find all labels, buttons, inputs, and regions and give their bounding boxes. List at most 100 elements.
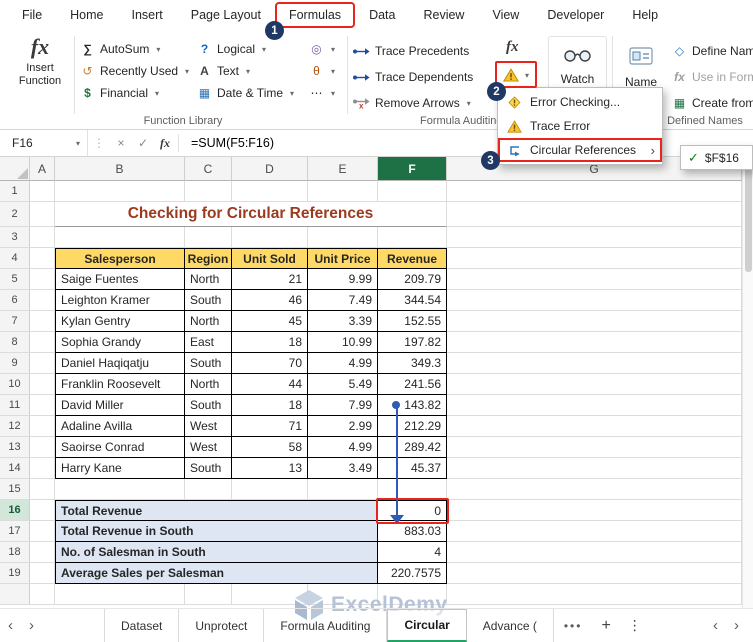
table-cell[interactable]: 21: [232, 269, 308, 290]
table-cell[interactable]: Sophia Grandy: [55, 332, 185, 353]
table-cell[interactable]: 7.49: [308, 290, 378, 311]
table-cell[interactable]: Daniel Haqiqatju: [55, 353, 185, 374]
cell[interactable]: [232, 181, 308, 202]
cell[interactable]: [232, 479, 308, 500]
row-header-9[interactable]: 9: [0, 353, 30, 374]
table-cell[interactable]: South: [185, 290, 232, 311]
table-cell[interactable]: Leighton Kramer: [55, 290, 185, 311]
ribbon-tab-developer[interactable]: Developer: [533, 2, 618, 28]
row-header-4[interactable]: 4: [0, 248, 30, 269]
table-cell[interactable]: 3.39: [308, 311, 378, 332]
sheet-tab-advance[interactable]: Advance (: [467, 609, 554, 642]
cell[interactable]: [30, 521, 55, 542]
row-header-17[interactable]: 17: [0, 521, 30, 542]
circular-reference-cell-link[interactable]: $F$16: [705, 151, 739, 165]
summary-label-17[interactable]: Total Revenue in South: [55, 521, 378, 542]
cell[interactable]: [30, 374, 55, 395]
table-cell[interactable]: North: [185, 374, 232, 395]
table-cell[interactable]: 7.99: [308, 395, 378, 416]
cell[interactable]: [378, 227, 447, 248]
ribbon-tab-review[interactable]: Review: [409, 2, 478, 28]
cell[interactable]: [185, 479, 232, 500]
table-cell[interactable]: North: [185, 311, 232, 332]
ribbon-button-text[interactable]: A Text ▾: [197, 60, 294, 82]
table-cell[interactable]: 71: [232, 416, 308, 437]
table-cell[interactable]: 45.37: [378, 458, 447, 479]
table-cell[interactable]: 349.3: [378, 353, 447, 374]
table-cell[interactable]: 4.99: [308, 353, 378, 374]
ribbon-button-more-functions-icon[interactable]: ⋯ ▾: [309, 82, 336, 104]
table-cell[interactable]: West: [185, 416, 232, 437]
column-header-C[interactable]: C: [185, 157, 232, 181]
table-cell[interactable]: South: [185, 458, 232, 479]
vertical-scrollbar[interactable]: [742, 157, 753, 608]
sheet-tab-circular[interactable]: Circular: [387, 609, 467, 642]
ribbon-button-math-trig-icon[interactable]: θ ▾: [309, 60, 335, 82]
row-header-6[interactable]: 6: [0, 290, 30, 311]
table-cell[interactable]: 289.42: [378, 437, 447, 458]
cell[interactable]: [30, 311, 55, 332]
table-cell[interactable]: 241.56: [378, 374, 447, 395]
table-cell[interactable]: Kylan Gentry: [55, 311, 185, 332]
name-box[interactable]: F16 ▾: [0, 130, 88, 156]
row-header-7[interactable]: 7: [0, 311, 30, 332]
cell[interactable]: [447, 248, 742, 269]
row-header-8[interactable]: 8: [0, 332, 30, 353]
row-header-1[interactable]: 1: [0, 181, 30, 202]
row-header-20[interactable]: [0, 584, 30, 605]
formula-bar-splitter-icon[interactable]: ⋮: [88, 136, 110, 150]
table-cell[interactable]: 197.82: [378, 332, 447, 353]
cell[interactable]: [447, 181, 742, 202]
cell[interactable]: [447, 353, 742, 374]
cell[interactable]: [378, 181, 447, 202]
row-header-14[interactable]: 14: [0, 458, 30, 479]
enter-icon[interactable]: ✓: [132, 136, 154, 150]
row-header-13[interactable]: 13: [0, 437, 30, 458]
cell[interactable]: [30, 458, 55, 479]
vertical-scrollbar-thumb[interactable]: [745, 162, 752, 272]
table-cell[interactable]: 212.29: [378, 416, 447, 437]
table-cell[interactable]: North: [185, 269, 232, 290]
cell[interactable]: [232, 227, 308, 248]
row-header-10[interactable]: 10: [0, 374, 30, 395]
cell[interactable]: [30, 479, 55, 500]
cell[interactable]: [30, 416, 55, 437]
cell[interactable]: [447, 290, 742, 311]
table-cell[interactable]: Adaline Avilla: [55, 416, 185, 437]
table-cell[interactable]: 58: [232, 437, 308, 458]
cell[interactable]: [447, 458, 742, 479]
new-sheet-button[interactable]: +: [592, 617, 619, 635]
table-header-region[interactable]: Region: [185, 248, 232, 269]
cell[interactable]: [55, 479, 185, 500]
cell[interactable]: [30, 563, 55, 584]
cell[interactable]: [55, 181, 185, 202]
table-cell[interactable]: 4.99: [308, 437, 378, 458]
table-cell[interactable]: 46: [232, 290, 308, 311]
table-cell[interactable]: Harry Kane: [55, 458, 185, 479]
ribbon-button-logical[interactable]: ? Logical ▾: [197, 38, 294, 60]
table-cell[interactable]: 44: [232, 374, 308, 395]
row-header-16[interactable]: 16: [0, 500, 30, 521]
table-cell[interactable]: Saoirse Conrad: [55, 437, 185, 458]
table-header-revenue[interactable]: Revenue: [378, 248, 447, 269]
column-header-E[interactable]: E: [308, 157, 378, 181]
worksheet-title[interactable]: Checking for Circular References: [55, 202, 447, 227]
sheet-tab-dataset[interactable]: Dataset: [104, 609, 180, 642]
formula-text[interactable]: =SUM(F5:F16): [191, 136, 274, 150]
sheet-nav-left-icon[interactable]: ‹: [0, 617, 21, 634]
cell[interactable]: [447, 584, 742, 605]
summary-label-16[interactable]: Total Revenue: [55, 500, 378, 521]
summary-label-18[interactable]: No. of Salesman in South: [55, 542, 378, 563]
row-header-5[interactable]: 5: [0, 269, 30, 290]
table-cell[interactable]: 45: [232, 311, 308, 332]
cell[interactable]: [30, 248, 55, 269]
column-header-B[interactable]: B: [55, 157, 185, 181]
cell[interactable]: [447, 374, 742, 395]
more-sheets-button[interactable]: •••: [554, 619, 593, 633]
table-cell[interactable]: 5.49: [308, 374, 378, 395]
cell[interactable]: [447, 202, 742, 227]
ribbon-button-recently-used[interactable]: ↺ Recently Used ▾: [80, 60, 189, 82]
table-cell[interactable]: 9.99: [308, 269, 378, 290]
cell[interactable]: [447, 500, 742, 521]
row-header-19[interactable]: 19: [0, 563, 30, 584]
